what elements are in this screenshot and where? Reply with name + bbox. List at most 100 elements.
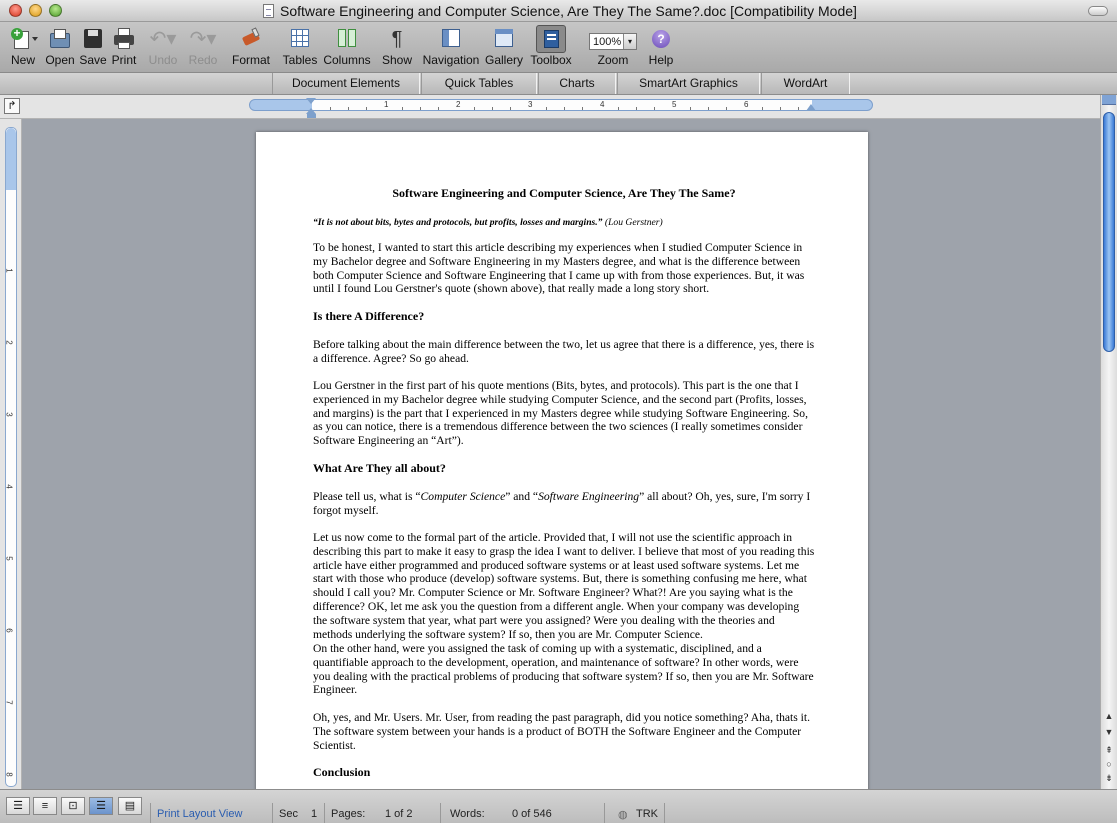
ruler-track[interactable]: 1 2 3 4 5 6 [249, 99, 873, 111]
ruler-number: 2 [4, 340, 14, 345]
navigation-button[interactable]: Navigation [420, 25, 482, 71]
words-label: Words: [450, 808, 485, 820]
standard-toolbar: + New Open Save Print ↶▾ Undo ↷▾ Redo Fo… [0, 22, 1117, 73]
draft-view-button[interactable]: ☰ [6, 797, 30, 815]
print-label: Print [111, 53, 137, 67]
horizontal-ruler: ↱ 1 2 3 4 5 6 [0, 95, 1100, 119]
ruler-number: 5 [672, 100, 677, 109]
undo-button[interactable]: ↶▾ Undo [144, 25, 182, 71]
split-view-handle[interactable] [1102, 95, 1116, 105]
ruler-number: 6 [744, 100, 749, 109]
format-label: Format [231, 53, 270, 67]
tab-stop-selector[interactable]: ↱ [4, 98, 20, 114]
open-button[interactable]: Open [44, 25, 76, 71]
zoom-window-button[interactable] [49, 4, 62, 17]
minimize-window-button[interactable] [29, 4, 42, 17]
ruler-number: 5 [4, 556, 14, 561]
columns-icon [335, 25, 359, 53]
open-folder-icon [48, 25, 72, 53]
zoom-field[interactable]: 100% ▾ [589, 33, 637, 50]
zoom-dropdown-icon[interactable]: ▾ [623, 34, 636, 49]
text-run: Please tell us, what is “ [313, 490, 421, 503]
current-view-label: Print Layout View [157, 808, 243, 820]
document-page[interactable]: Software Engineering and Computer Scienc… [256, 132, 868, 789]
vertical-ruler-track[interactable]: 1 2 3 4 5 6 7 8 [5, 127, 17, 787]
columns-button[interactable]: Columns [322, 25, 372, 71]
text-run: Computer Science [420, 490, 506, 503]
title-bar: Software Engineering and Computer Scienc… [0, 0, 1117, 22]
quote-text: “It is not about bits, bytes and protoco… [313, 217, 603, 228]
toolbox-icon [536, 25, 566, 53]
previous-page-icon[interactable]: ⇞ [1102, 743, 1116, 757]
document-icon [263, 4, 274, 18]
tables-button[interactable]: Tables [280, 25, 320, 71]
words-value[interactable]: 0 of 546 [512, 808, 552, 820]
navigation-label: Navigation [422, 53, 480, 67]
toolbox-button[interactable]: Toolbox [527, 25, 575, 71]
tab-quick-tables[interactable]: Quick Tables [421, 73, 537, 94]
paragraph: On the other hand, were you assigned the… [313, 642, 814, 697]
paragraph: Oh, yes, and Mr. Users. Mr. User, from r… [313, 711, 810, 752]
tab-smartart-graphics[interactable]: SmartArt Graphics [617, 73, 760, 94]
window-title: Software Engineering and Computer Scienc… [280, 3, 857, 19]
paragraph: Lou Gerstner in the first part of his qu… [313, 379, 808, 448]
zoom-control: 100% ▾ Zoom [584, 25, 642, 71]
print-button[interactable]: Print [108, 25, 140, 71]
show-button[interactable]: ¶ Show [380, 25, 414, 71]
document-workspace: Software Engineering and Computer Scienc… [22, 119, 1100, 789]
toolbar-toggle-button[interactable] [1088, 6, 1108, 16]
format-brush-icon [239, 25, 263, 53]
section-heading: Is there A Difference? [313, 309, 425, 323]
tab-charts[interactable]: Charts [538, 73, 616, 94]
ruler-number: 4 [600, 100, 605, 109]
redo-button[interactable]: ↷▾ Redo [184, 25, 222, 71]
paragraph: Let us now come to the formal part of th… [313, 531, 815, 641]
save-button[interactable]: Save [78, 25, 108, 71]
text-run: ” and “ [505, 490, 539, 503]
ruler-number: 4 [4, 484, 14, 489]
toolbox-label: Toolbox [530, 53, 572, 67]
save-disk-icon [81, 25, 105, 53]
save-label: Save [79, 53, 107, 67]
paragraph: Please tell us, what is “Computer Scienc… [313, 490, 815, 518]
print-layout-view-button[interactable]: ☰ [89, 797, 113, 815]
pages-label: Pages: [331, 808, 366, 820]
scroll-thumb[interactable] [1103, 112, 1115, 352]
left-indent-marker[interactable] [307, 114, 316, 118]
help-label: Help [648, 53, 674, 67]
notebook-layout-view-button[interactable]: ▤ [118, 797, 142, 815]
pages-value: 1 of 2 [385, 808, 413, 820]
format-button[interactable]: Format [230, 25, 272, 71]
first-line-indent-marker[interactable] [306, 98, 316, 104]
tab-wordart[interactable]: WordArt [761, 73, 850, 94]
ruler-number: 3 [528, 100, 533, 109]
gallery-button[interactable]: Gallery [484, 25, 524, 71]
tables-label: Tables [282, 53, 318, 67]
quote-author: (Lou Gerstner) [604, 217, 663, 228]
close-window-button[interactable] [9, 4, 22, 17]
vertical-scrollbar[interactable]: ▲ ▼ ⇞ ○ ⇟ [1100, 95, 1117, 789]
publishing-layout-view-button[interactable]: ⊡ [61, 797, 85, 815]
next-page-icon[interactable]: ⇟ [1102, 771, 1116, 785]
ruler-number: 1 [4, 268, 14, 273]
columns-label: Columns [323, 53, 371, 67]
tab-document-elements[interactable]: Document Elements [272, 73, 420, 94]
vertical-ruler-margin [6, 128, 16, 190]
right-indent-marker[interactable] [806, 104, 816, 111]
scroll-up-icon[interactable]: ▲ [1102, 709, 1116, 723]
outline-view-button[interactable]: ≡ [33, 797, 57, 815]
help-button[interactable]: ? Help [644, 25, 678, 71]
status-bar: ☰ ≡ ⊡ ☰ ▤ Print Layout View Sec 1 Pages:… [0, 789, 1117, 823]
help-icon: ? [649, 25, 673, 53]
undo-arrow-icon: ↶▾ [149, 28, 177, 50]
section-value: 1 [311, 808, 318, 820]
elements-gallery-tabs: Document Elements Quick Tables Charts Sm… [0, 73, 1117, 95]
paragraph: Before talking about the main difference… [313, 338, 815, 365]
scroll-down-icon[interactable]: ▼ [1102, 725, 1116, 739]
browse-object-icon[interactable]: ○ [1102, 757, 1116, 771]
section-heading: What Are They all about? [313, 461, 446, 475]
new-button[interactable]: + New [4, 25, 42, 71]
track-changes-label[interactable]: TRK [636, 808, 658, 820]
track-changes-icon: ◍ [618, 809, 628, 821]
show-label: Show [381, 53, 413, 67]
